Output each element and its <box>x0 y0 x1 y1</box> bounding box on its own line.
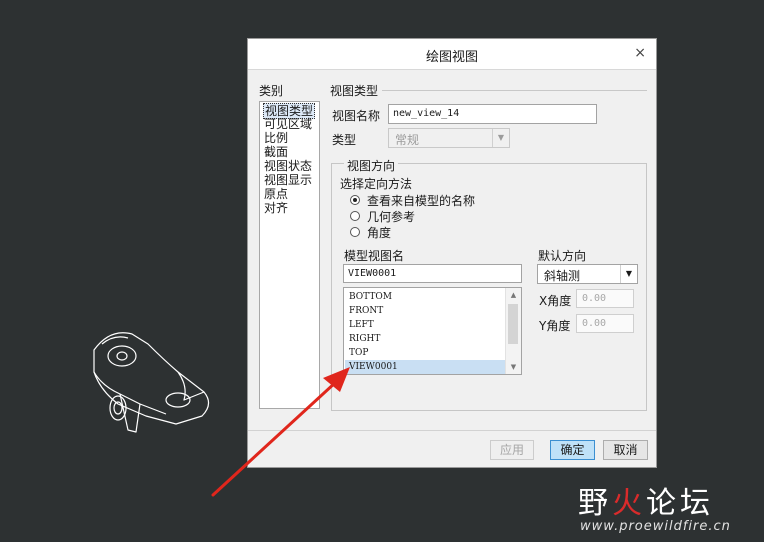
watermark-part2: 火 <box>612 486 646 521</box>
watermark-url: www.proewildfire.cn <box>580 519 731 534</box>
annotation-arrow <box>211 367 350 497</box>
watermark-title: 野火论坛 <box>578 478 714 522</box>
watermark-part1: 野 <box>578 486 612 521</box>
watermark-part3: 论坛 <box>646 486 714 521</box>
forum-watermark: 野火论坛 www.proewildfire.cn <box>578 478 730 534</box>
